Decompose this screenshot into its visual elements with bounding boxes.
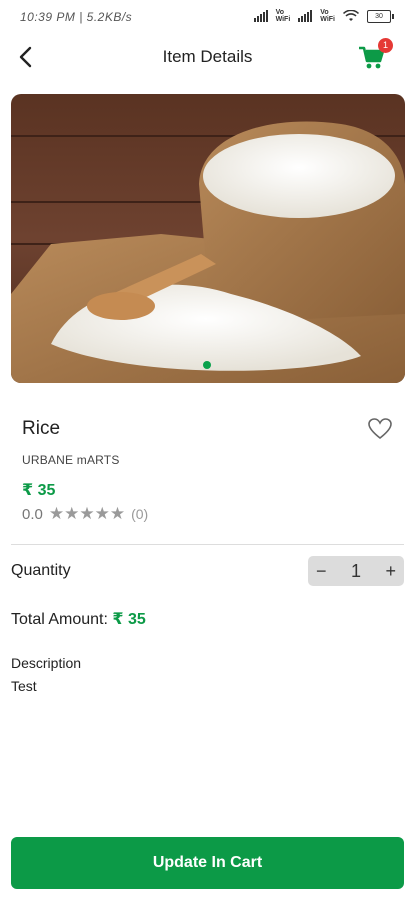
- quantity-label: Quantity: [11, 562, 71, 579]
- app-header: Item Details 1: [0, 36, 415, 78]
- signal-icon: [298, 10, 313, 22]
- increment-button[interactable]: +: [385, 561, 396, 582]
- cart-count-badge: 1: [378, 38, 393, 53]
- product-price: ₹ 35: [22, 482, 56, 499]
- quantity-value: 1: [350, 560, 361, 581]
- page-title: Item Details: [162, 47, 253, 66]
- status-bar: 10:39 PM | 5.2KB/s Vo WiFi Vo WiFi 30: [0, 0, 415, 36]
- quantity-stepper: − 1 +: [308, 556, 404, 586]
- product-name: Rice: [22, 418, 61, 439]
- vowifi-icon: Vo WiFi: [320, 9, 335, 23]
- rating-value: 0.0: [22, 505, 43, 523]
- update-in-cart-button[interactable]: Update In Cart: [11, 837, 404, 889]
- status-icons: Vo WiFi Vo WiFi 30: [253, 9, 394, 23]
- carousel-indicator-dot[interactable]: [203, 361, 211, 369]
- description-label: Description: [11, 655, 82, 671]
- star-icons: ★★★★★: [48, 504, 126, 523]
- vowifi-icon: Vo WiFi: [275, 9, 291, 23]
- description-text: Test: [11, 678, 37, 694]
- product-image[interactable]: [11, 94, 405, 383]
- divider: [11, 544, 404, 545]
- total-amount-label: Total Amount:: [11, 611, 108, 628]
- store-name: URBANE mARTS: [22, 453, 120, 467]
- total-amount-value: ₹ 35: [112, 611, 146, 628]
- heart-icon[interactable]: [367, 416, 393, 442]
- cart-button[interactable]: 1: [355, 38, 393, 74]
- total-amount-row: Total Amount: ₹ 35: [11, 609, 146, 629]
- rating-count: (0): [131, 506, 149, 522]
- signal-icon: [253, 10, 268, 22]
- status-time: 10:39 PM | 5.2KB/s: [20, 10, 133, 24]
- wifi-icon: [343, 10, 359, 21]
- rating-row: 0.0 ★★★★★ (0): [22, 504, 148, 524]
- decrement-button[interactable]: −: [316, 561, 327, 582]
- battery-icon: 30: [367, 9, 394, 23]
- rice-photo: [11, 94, 405, 383]
